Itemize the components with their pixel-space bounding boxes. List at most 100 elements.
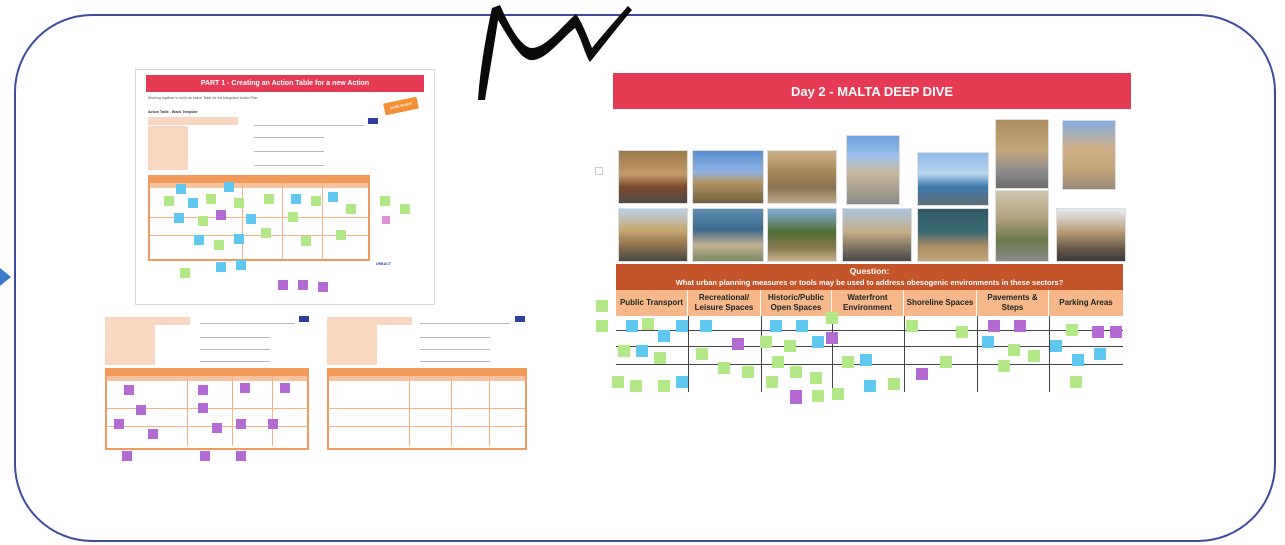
sticky-note[interactable]	[982, 336, 994, 348]
sticky-note[interactable]	[164, 196, 174, 206]
action-table-template-1[interactable]	[100, 313, 312, 463]
sticky-note[interactable]	[234, 234, 244, 244]
sticky-note[interactable]	[136, 405, 146, 415]
sticky-note[interactable]	[1014, 320, 1026, 332]
sticky-note[interactable]	[224, 182, 234, 192]
sticky-note[interactable]	[888, 378, 900, 390]
sticky-note[interactable]	[318, 282, 328, 292]
malta-photo[interactable]	[1056, 208, 1126, 262]
sticky-note[interactable]	[301, 236, 311, 246]
sticky-note[interactable]	[124, 385, 134, 395]
sticky-note[interactable]	[1050, 340, 1062, 352]
sticky-note[interactable]	[1070, 376, 1082, 388]
sticky-note[interactable]	[122, 451, 132, 461]
sticky-note[interactable]	[1094, 348, 1106, 360]
malta-photo[interactable]	[692, 150, 764, 204]
sticky-note[interactable]	[212, 423, 222, 433]
malta-photo[interactable]	[692, 208, 764, 262]
sticky-note[interactable]	[826, 312, 838, 324]
malta-photo[interactable]	[917, 208, 989, 262]
sticky-note[interactable]	[336, 230, 346, 240]
sticky-note[interactable]	[696, 348, 708, 360]
sticky-note[interactable]	[234, 198, 244, 208]
sticky-note[interactable]	[596, 320, 608, 332]
sticky-note[interactable]	[658, 330, 670, 342]
sticky-note[interactable]	[718, 362, 730, 374]
sticky-note[interactable]	[382, 216, 390, 224]
sticky-note[interactable]	[1008, 344, 1020, 356]
sticky-note[interactable]	[658, 380, 670, 392]
sticky-note[interactable]	[216, 210, 226, 220]
sticky-note[interactable]	[812, 390, 824, 402]
sticky-note[interactable]	[1110, 326, 1122, 338]
sticky-note[interactable]	[380, 196, 390, 206]
malta-photo[interactable]	[846, 135, 900, 205]
sticky-note[interactable]	[346, 204, 356, 214]
sticky-note[interactable]	[198, 403, 208, 413]
sticky-note[interactable]	[261, 228, 271, 238]
malta-photo[interactable]	[842, 208, 912, 262]
sticky-note[interactable]	[268, 419, 278, 429]
sticky-note[interactable]	[812, 336, 824, 348]
sticky-note[interactable]	[180, 268, 190, 278]
sticky-note[interactable]	[198, 385, 208, 395]
sticky-note[interactable]	[988, 320, 1000, 332]
sticky-note[interactable]	[636, 345, 648, 357]
sticky-note[interactable]	[214, 240, 224, 250]
sticky-note[interactable]	[236, 451, 246, 461]
sticky-note[interactable]	[1072, 354, 1084, 366]
sticky-note[interactable]	[236, 260, 246, 270]
malta-photo[interactable]	[618, 208, 688, 262]
malta-photo[interactable]	[995, 119, 1049, 189]
sticky-note[interactable]	[618, 345, 630, 357]
sticky-note[interactable]	[766, 376, 778, 388]
sticky-note[interactable]	[790, 390, 802, 404]
sticky-note[interactable]	[216, 262, 226, 272]
sticky-note[interactable]	[772, 356, 784, 368]
sticky-note[interactable]	[770, 320, 782, 332]
sticky-note[interactable]	[206, 194, 216, 204]
sticky-note[interactable]	[200, 451, 210, 461]
sticky-note[interactable]	[612, 376, 624, 388]
sticky-note[interactable]	[826, 332, 838, 344]
sticky-note[interactable]	[194, 235, 204, 245]
sticky-note[interactable]	[916, 368, 928, 380]
sticky-note[interactable]	[732, 338, 744, 350]
sticky-note[interactable]	[642, 318, 654, 330]
malta-photo[interactable]	[767, 150, 837, 204]
sticky-note[interactable]	[288, 212, 298, 222]
sticky-note[interactable]	[796, 320, 808, 332]
sticky-note[interactable]	[676, 320, 688, 332]
sticky-note[interactable]	[784, 340, 796, 352]
sticky-note[interactable]	[654, 352, 666, 364]
sticky-note[interactable]	[742, 366, 754, 378]
sticky-note[interactable]	[328, 192, 338, 202]
sticky-note[interactable]	[236, 419, 246, 429]
sticky-note[interactable]	[906, 320, 918, 332]
sticky-note[interactable]	[1066, 324, 1078, 336]
sticky-note[interactable]	[291, 194, 301, 204]
sticky-note[interactable]	[298, 280, 308, 290]
sticky-note[interactable]	[864, 380, 876, 392]
sticky-note[interactable]	[630, 380, 642, 392]
sticky-note[interactable]	[174, 213, 184, 223]
action-table-template-2[interactable]	[322, 313, 530, 458]
sticky-note[interactable]	[1028, 350, 1040, 362]
sticky-note[interactable]	[240, 383, 250, 393]
sticky-note[interactable]	[810, 372, 822, 384]
sticky-note[interactable]	[148, 429, 158, 439]
sticky-note[interactable]	[626, 320, 638, 332]
malta-photo[interactable]	[1062, 120, 1116, 190]
sticky-note[interactable]	[114, 419, 124, 429]
checkbox-icon[interactable]	[595, 167, 603, 175]
sticky-note[interactable]	[264, 194, 274, 204]
sticky-note[interactable]	[700, 320, 712, 332]
sticky-note[interactable]	[860, 354, 872, 366]
sticky-note[interactable]	[278, 280, 288, 290]
sticky-note[interactable]	[596, 300, 608, 312]
sticky-note[interactable]	[998, 360, 1010, 372]
sticky-note[interactable]	[1092, 326, 1104, 338]
malta-photo[interactable]	[917, 152, 989, 206]
malta-photo[interactable]	[995, 190, 1049, 262]
sticky-note[interactable]	[311, 196, 321, 206]
